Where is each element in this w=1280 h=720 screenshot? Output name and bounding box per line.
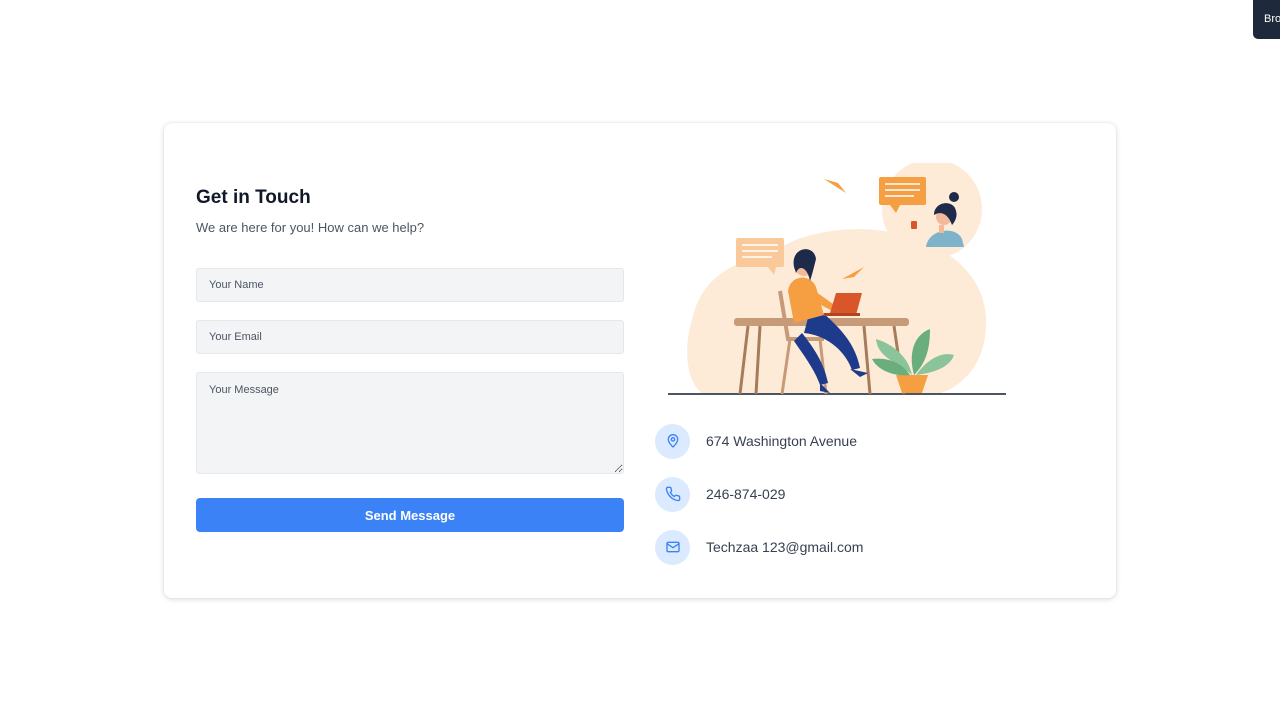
name-input[interactable] xyxy=(196,268,624,302)
contact-address: 674 Washington Avenue xyxy=(655,423,857,459)
phone-icon xyxy=(655,476,690,512)
phone-text: 246-874-029 xyxy=(706,486,786,502)
contact-phone: 246-874-029 xyxy=(655,476,785,512)
page-subtitle: We are here for you! How can we help? xyxy=(196,220,425,235)
corner-tab[interactable]: Bro xyxy=(1253,0,1280,39)
address-text: 674 Washington Avenue xyxy=(706,433,858,449)
contact-email: Techzaa 123@gmail.com xyxy=(655,529,863,565)
message-textarea[interactable] xyxy=(196,372,624,474)
email-input[interactable] xyxy=(196,320,624,354)
page-title: Get in Touch xyxy=(196,187,311,208)
corner-tab-label: Bro xyxy=(1264,13,1280,25)
contact-illustration xyxy=(668,163,1006,395)
mail-icon xyxy=(655,529,690,565)
send-message-button[interactable]: Send Message xyxy=(196,498,624,532)
contact-card: Get in Touch We are here for you! How ca… xyxy=(164,123,1116,598)
map-pin-icon xyxy=(655,423,690,459)
email-text: Techzaa 123@gmail.com xyxy=(706,539,864,555)
